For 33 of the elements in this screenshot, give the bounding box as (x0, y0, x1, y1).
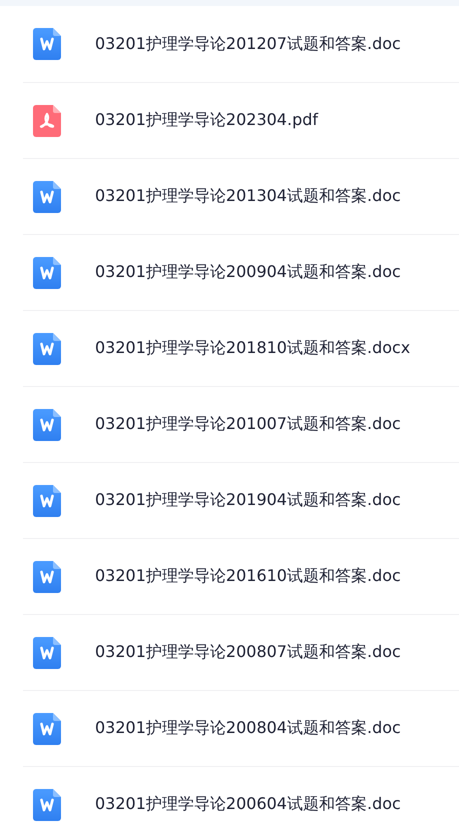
file-row[interactable]: 03201护理学导论201810试题和答案.docx (23, 310, 459, 386)
file-name: 03201护理学导论201304试题和答案.doc (95, 186, 401, 207)
file-name: 03201护理学导论201810试题和答案.docx (95, 338, 410, 359)
file-name: 03201护理学导论201610试题和答案.doc (95, 566, 401, 587)
word-document-icon (33, 712, 61, 744)
file-row[interactable]: 03201护理学导论202304.pdf (23, 82, 459, 158)
word-document-icon (33, 560, 61, 592)
word-document-icon (33, 28, 61, 60)
file-row[interactable]: 03201护理学导论200604试题和答案.doc (23, 766, 459, 834)
file-name: 03201护理学导论202304.pdf (95, 110, 318, 131)
file-row[interactable]: 03201护理学导论201610试题和答案.doc (23, 538, 459, 614)
file-row[interactable]: 03201护理学导论200807试题和答案.doc (23, 614, 459, 690)
word-document-icon (33, 788, 61, 820)
file-name: 03201护理学导论200807试题和答案.doc (95, 642, 401, 663)
file-name: 03201护理学导论200904试题和答案.doc (95, 262, 401, 283)
word-document-icon (33, 636, 61, 668)
file-name: 03201护理学导论201904试题和答案.doc (95, 490, 401, 511)
file-row[interactable]: 03201护理学导论201207试题和答案.doc (23, 6, 459, 82)
file-row[interactable]: 03201护理学导论201304试题和答案.doc (23, 158, 459, 234)
word-document-icon (33, 408, 61, 440)
word-document-icon (33, 180, 61, 212)
file-row[interactable]: 03201护理学导论201904试题和答案.doc (23, 462, 459, 538)
file-name: 03201护理学导论201007试题和答案.doc (95, 414, 401, 435)
word-document-icon (33, 256, 61, 288)
pdf-document-icon (33, 104, 61, 136)
file-name: 03201护理学导论201207试题和答案.doc (95, 34, 401, 54)
file-row[interactable]: 03201护理学导论201007试题和答案.doc (23, 386, 459, 462)
file-row[interactable]: 03201护理学导论200804试题和答案.doc (23, 690, 459, 766)
word-document-icon (33, 332, 61, 364)
file-name: 03201护理学导论200804试题和答案.doc (95, 718, 401, 739)
word-document-icon (33, 484, 61, 516)
file-name: 03201护理学导论200604试题和答案.doc (95, 794, 401, 815)
file-row[interactable]: 03201护理学导论200904试题和答案.doc (23, 234, 459, 310)
